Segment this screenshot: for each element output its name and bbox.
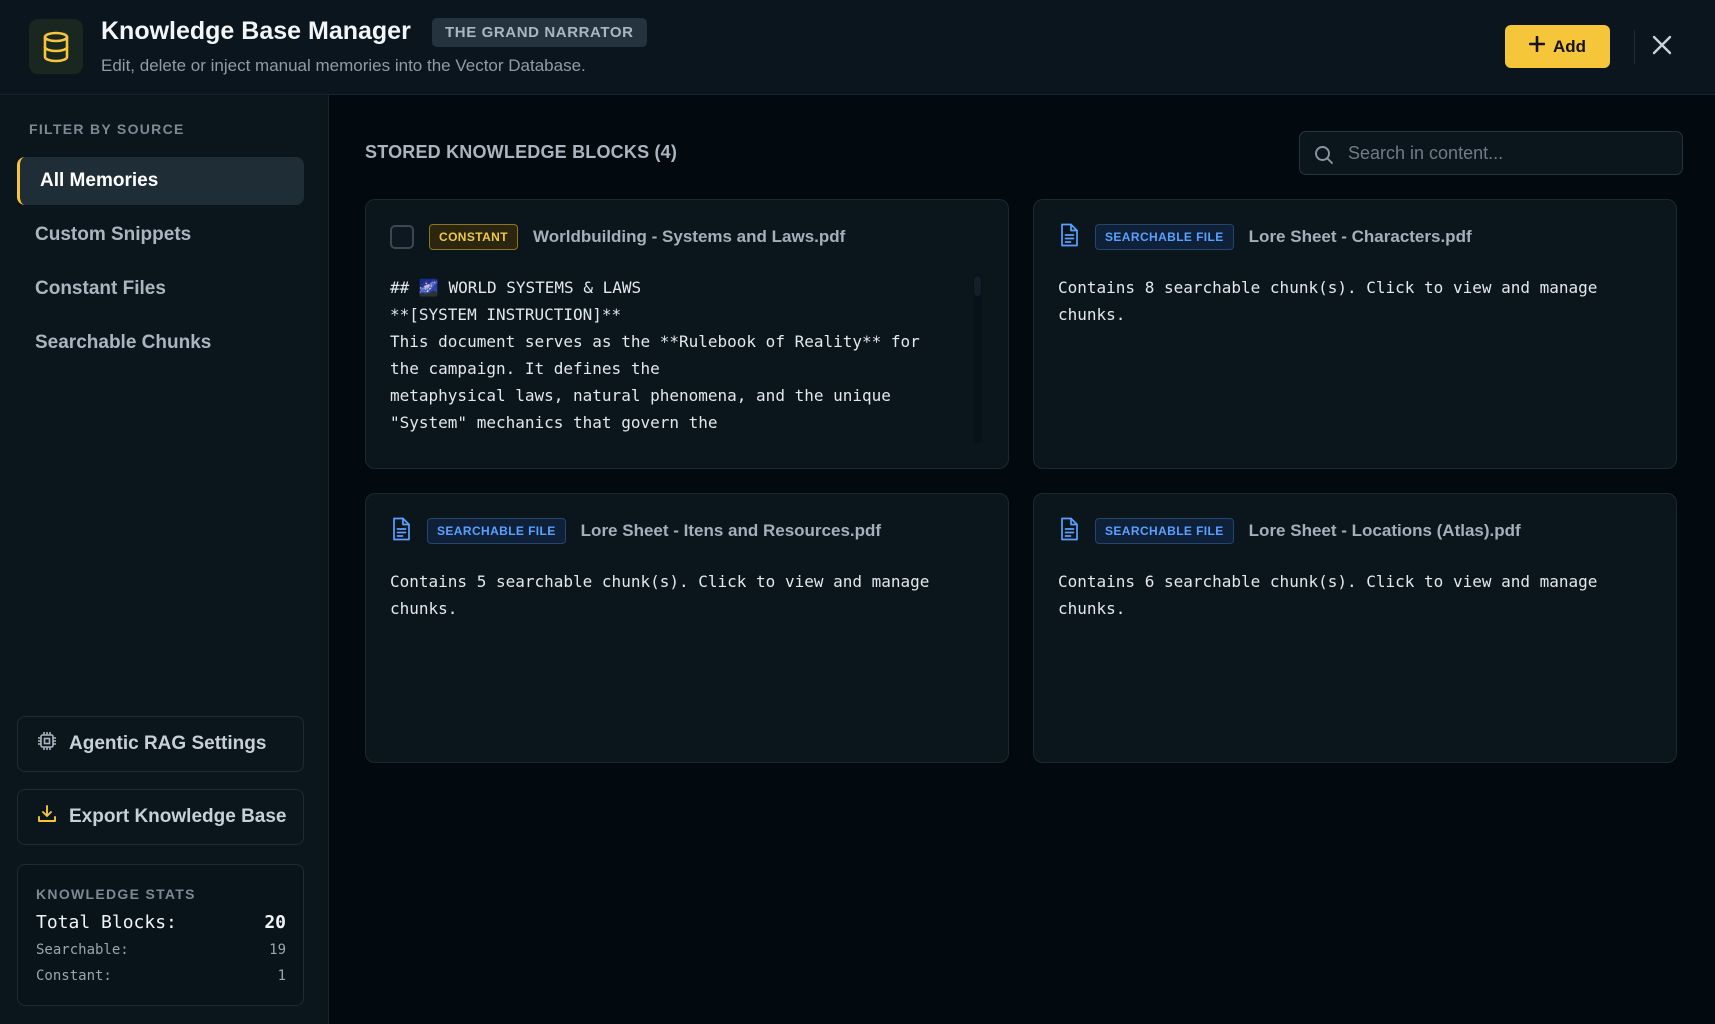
card-content: ## 🌌 WORLD SYSTEMS & LAWS **[SYSTEM INST… — [390, 278, 920, 443]
search-input[interactable] — [1348, 132, 1668, 174]
file-text-icon — [1058, 517, 1080, 546]
section-title: STORED KNOWLEDGE BLOCKS (4) — [365, 142, 678, 162]
card-title: Lore Sheet - Characters.pdf — [1248, 227, 1472, 246]
plus-icon — [1528, 35, 1546, 57]
sidebar-item-label: Custom Snippets — [35, 224, 192, 245]
search-box[interactable] — [1299, 131, 1683, 175]
stat-value: 19 — [269, 942, 286, 958]
stat-value: 1 — [277, 968, 286, 984]
sidebar-item-label: Constant Files — [35, 278, 166, 299]
rag-settings-label: Agentic RAG Settings — [69, 733, 267, 754]
card-content: Contains 8 searchable chunk(s). Click to… — [1058, 278, 1608, 324]
knowledge-card[interactable]: SEARCHABLE FILE Lore Sheet - Itens and R… — [365, 493, 1009, 763]
card-content: Contains 5 searchable chunk(s). Click to… — [390, 572, 940, 618]
knowledge-card[interactable]: SEARCHABLE FILE Lore Sheet - Locations (… — [1033, 493, 1677, 763]
filter-heading: FILTER BY SOURCE — [29, 121, 185, 137]
narrator-badge: THE GRAND NARRATOR — [432, 18, 647, 47]
sidebar-item-searchable-chunks[interactable]: Searchable Chunks — [17, 319, 304, 367]
searchable-file-badge: SEARCHABLE FILE — [1095, 518, 1234, 544]
search-icon — [1314, 145, 1334, 170]
export-label: Export Knowledge Base — [69, 806, 287, 827]
close-icon — [1652, 35, 1672, 60]
card-content: Contains 6 searchable chunk(s). Click to… — [1058, 572, 1608, 618]
stat-label: Searchable: — [36, 942, 129, 958]
searchable-file-badge: SEARCHABLE FILE — [427, 518, 566, 544]
searchable-file-badge: SEARCHABLE FILE — [1095, 224, 1234, 250]
stat-label: Total Blocks: — [36, 912, 177, 933]
download-icon — [37, 804, 57, 830]
close-button[interactable] — [1648, 30, 1676, 64]
add-button-label: Add — [1552, 36, 1587, 56]
database-icon — [29, 19, 83, 74]
add-button[interactable]: Add — [1505, 25, 1610, 68]
stat-constant: Constant: 1 — [36, 968, 286, 984]
sidebar-item-all-memories[interactable]: All Memories — [17, 157, 304, 205]
card-scrollbar[interactable] — [973, 274, 982, 443]
stat-label: Constant: — [36, 968, 112, 984]
app-header: Knowledge Base Manager THE GRAND NARRATO… — [0, 0, 1715, 95]
stat-searchable: Searchable: 19 — [36, 942, 286, 958]
sidebar-item-label: Searchable Chunks — [35, 332, 212, 353]
knowledge-card[interactable]: SEARCHABLE FILE Lore Sheet - Characters.… — [1033, 199, 1677, 469]
page-subtitle: Edit, delete or inject manual memories i… — [101, 56, 586, 75]
card-title: Lore Sheet - Itens and Resources.pdf — [580, 521, 882, 540]
sidebar-item-label: All Memories — [40, 170, 159, 191]
stats-heading: KNOWLEDGE STATS — [36, 886, 196, 902]
page-title: Knowledge Base Manager — [101, 17, 411, 45]
knowledge-card[interactable]: CONSTANT Worldbuilding - Systems and Law… — [365, 199, 1009, 469]
file-text-icon — [1058, 223, 1080, 252]
cpu-icon — [37, 731, 57, 757]
constant-badge: CONSTANT — [429, 224, 518, 250]
card-title: Lore Sheet - Locations (Atlas).pdf — [1248, 521, 1521, 540]
sidebar-item-constant-files[interactable]: Constant Files — [17, 265, 304, 313]
sidebar: FILTER BY SOURCE All Memories Custom Sni… — [0, 95, 329, 1024]
export-knowledge-base-button[interactable]: Export Knowledge Base — [17, 789, 304, 845]
header-divider — [1634, 30, 1635, 64]
select-checkbox[interactable] — [390, 225, 414, 249]
card-title: Worldbuilding - Systems and Laws.pdf — [532, 227, 846, 246]
scrollbar-thumb[interactable] — [974, 276, 981, 296]
file-text-icon — [390, 517, 412, 546]
sidebar-item-custom-snippets[interactable]: Custom Snippets — [17, 211, 304, 259]
stat-total-blocks: Total Blocks: 20 — [36, 912, 286, 933]
knowledge-stats-panel: KNOWLEDGE STATS Total Blocks: 20 Searcha… — [17, 864, 304, 1006]
stat-value: 20 — [264, 912, 286, 933]
rag-settings-button[interactable]: Agentic RAG Settings — [17, 716, 304, 772]
